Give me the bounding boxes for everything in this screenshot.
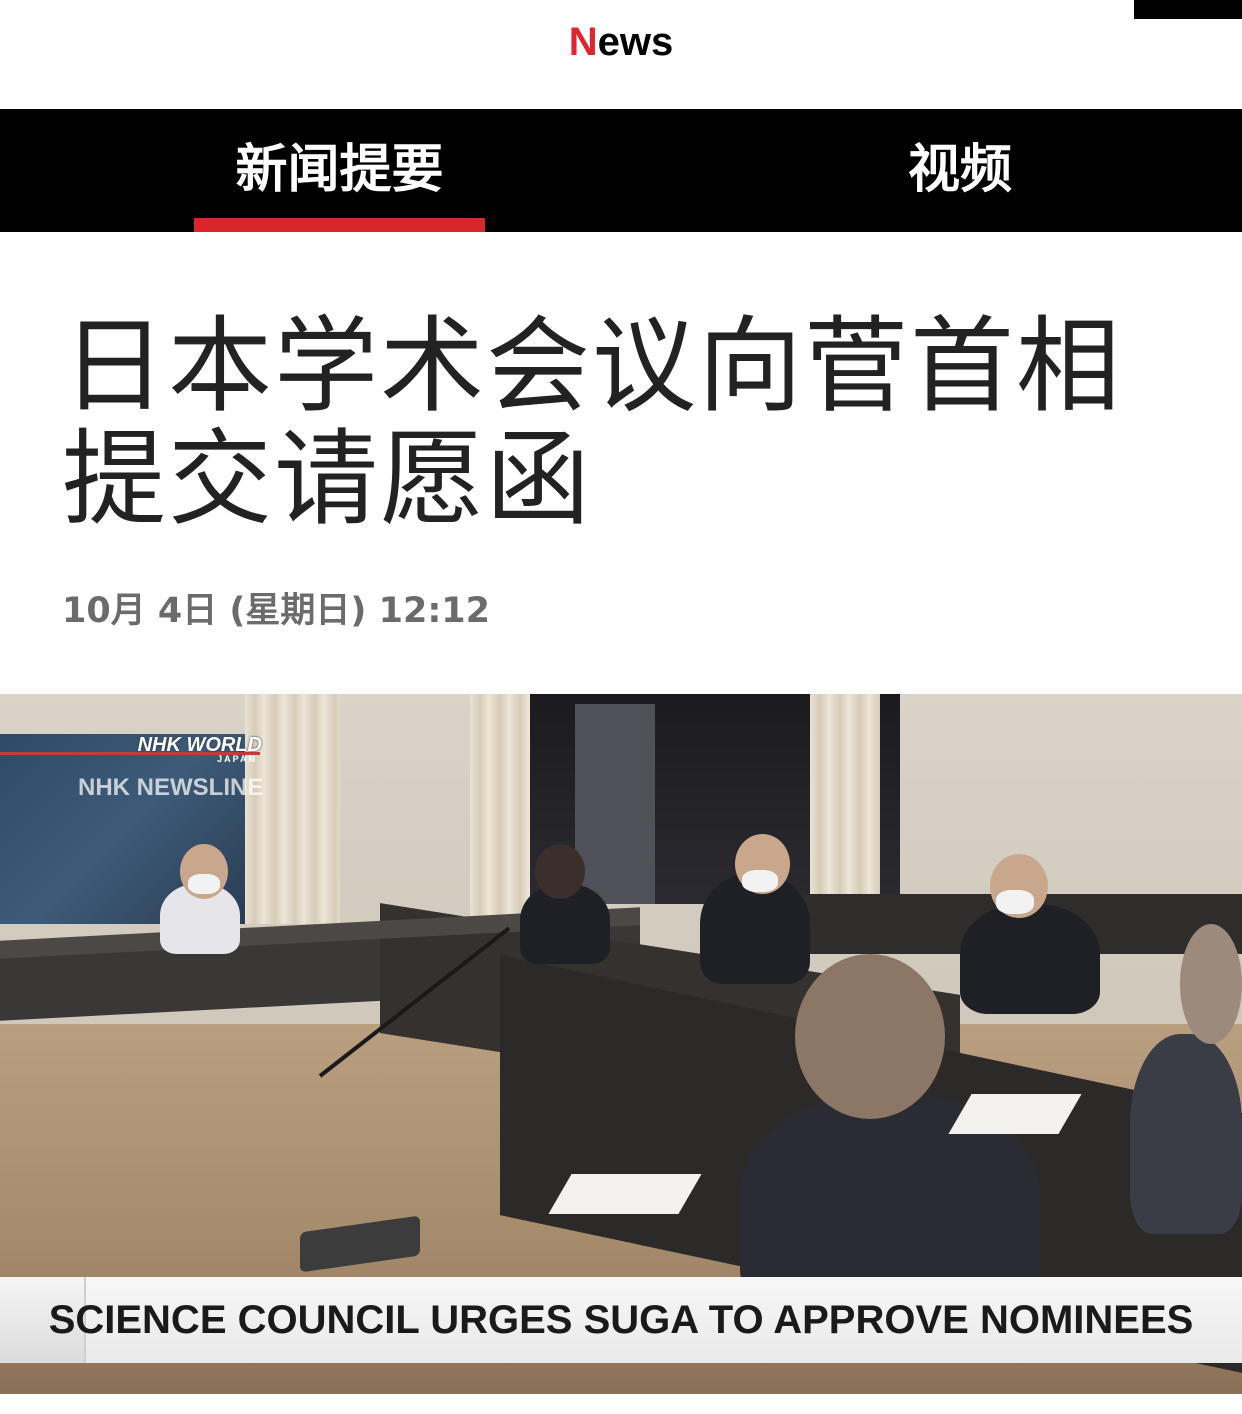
active-tab-indicator (194, 218, 485, 232)
scene-curtain (245, 694, 340, 924)
scene-person (960, 904, 1100, 1014)
scene-paper (948, 1094, 1082, 1134)
article-headline: 日本学术会议向菅首相提交请愿函 (62, 305, 1123, 540)
scene-person (1130, 1034, 1242, 1234)
logo-letter-n: N (568, 20, 598, 64)
news-logo[interactable]: News (0, 18, 1242, 66)
scene-person-head (535, 844, 585, 899)
scene-mask (742, 870, 778, 892)
broadcast-logo-sub: JAPAN (217, 754, 257, 764)
broadcast-program-name: NHK NEWSLINE (78, 774, 264, 801)
scene-mask (188, 874, 220, 894)
scene-curtain (470, 694, 530, 924)
tab-video[interactable]: 视频 (810, 109, 1110, 232)
tab-bar: 新闻提要 视频 (0, 109, 1242, 232)
scene-person-head (795, 954, 945, 1119)
page: News 新闻提要 视频 日本学术会议向菅首相提交请愿函 10月 4日 (星期日… (0, 0, 1242, 1414)
logo-letters-rest: ews (597, 20, 674, 64)
scene-paper (548, 1174, 702, 1214)
video-caption-text: SCIENCE COUNCIL URGES SUGA TO APPROVE NO… (48, 1298, 1194, 1342)
tab-news-summary[interactable]: 新闻提要 (194, 109, 485, 232)
app-header: News (0, 0, 1242, 109)
article-timestamp: 10月 4日 (星期日) 12:12 (62, 591, 491, 631)
corner-decoration (1134, 0, 1242, 19)
scene-mask (996, 890, 1034, 914)
video-thumbnail[interactable]: NHK WORLD JAPAN NHK NEWSLINE SCIENCE COU… (0, 694, 1242, 1394)
scene-pillar (575, 704, 655, 904)
scene-curtain (810, 694, 880, 924)
scene-person-head (1180, 924, 1242, 1044)
